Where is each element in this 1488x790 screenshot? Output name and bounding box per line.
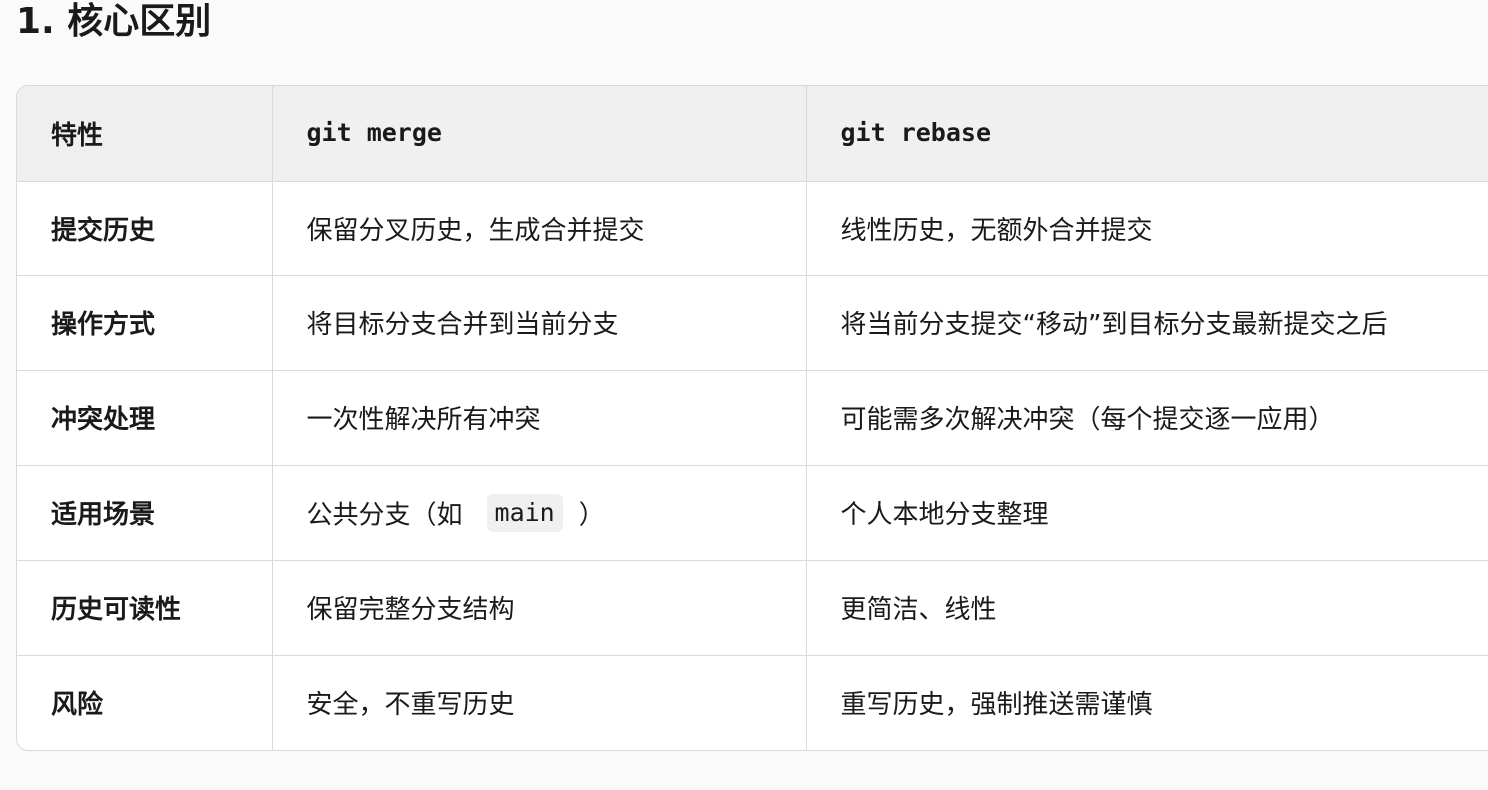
- row-rebase-cell: 重写历史，强制推送需谨慎: [840, 690, 1153, 721]
- row-feature-cell: 风险: [17, 655, 273, 750]
- row-rebase-cell: 将当前分支提交“移动”到目标分支最新提交之后: [806, 275, 1488, 371]
- row-rebase-cell: 个人本地分支整理: [806, 465, 1488, 561]
- row-feature-cell: 提交历史: [17, 181, 273, 276]
- code-main: main: [486, 493, 563, 532]
- row-rebase-cell: 可能需多次解决冲突（每个提交逐一应用）: [806, 370, 1488, 466]
- row-feature-cell: 历史可读性: [17, 560, 273, 656]
- row-rebase-cell: 线性历史，无额外合并提交: [806, 181, 1488, 276]
- table-header-row: 特性 git merge git rebase: [17, 86, 1488, 182]
- table-row: 冲突处理 一次性解决所有冲突 可能需多次解决冲突（每个提交逐一应用）: [17, 370, 1488, 466]
- table-row: 操作方式 将目标分支合并到当前分支 将当前分支提交“移动”到目标分支最新提交之后: [17, 275, 1488, 371]
- comparison-table: 特性 git merge git rebase 提交历史 保留分叉历史，生成合并…: [17, 86, 1488, 750]
- code-git-rebase: git rebase: [832, 114, 1000, 153]
- header-feature: 特性: [17, 86, 273, 182]
- table-row: 风险 安全，不重写历史 重写历史，强制推送需谨慎: [17, 655, 1488, 750]
- row-merge-cell: 公共分支（如 main ）: [272, 465, 807, 561]
- row-merge-cell: 一次性解决所有冲突: [272, 370, 807, 466]
- row-merge-cell: 保留完整分支结构: [272, 560, 807, 656]
- merge-text-prefix: 公共分支（如: [306, 500, 463, 530]
- row-merge-cell: 将目标分支合并到当前分支: [272, 275, 807, 371]
- row-rebase-cell: 更简洁、线性: [806, 560, 1488, 656]
- row-feature-cell: 操作方式: [17, 275, 273, 371]
- table-row: 历史可读性 保留完整分支结构 更简洁、线性: [17, 560, 1488, 656]
- page-title: 1. 核心区别: [16, 1, 212, 42]
- table-row: 适用场景 公共分支（如 main ） 个人本地分支整理: [17, 465, 1488, 561]
- header-rebase: git rebase: [806, 86, 1488, 182]
- row-feature-cell: 冲突处理: [17, 370, 273, 466]
- merge-text-suffix: ）: [578, 500, 605, 530]
- row-merge-cell: 保留分叉历史，生成合并提交: [272, 181, 807, 276]
- code-git-merge: git merge: [298, 114, 450, 153]
- row-merge-cell: 安全，不重写历史: [272, 655, 807, 750]
- header-merge: git merge: [272, 86, 807, 182]
- comparison-table-container: 特性 git merge git rebase 提交历史 保留分叉历史，生成合并…: [16, 85, 1488, 751]
- row-feature-cell: 适用场景: [17, 465, 273, 561]
- table-row: 提交历史 保留分叉历史，生成合并提交 线性历史，无额外合并提交: [17, 181, 1488, 276]
